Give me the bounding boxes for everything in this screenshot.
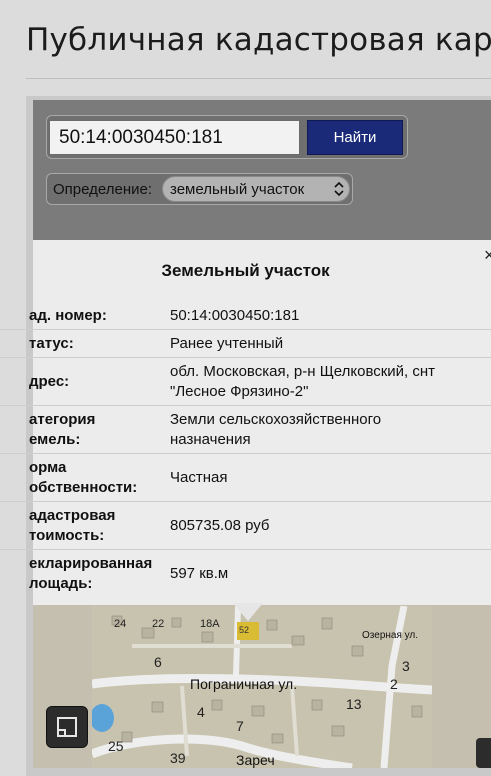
selected-plot[interactable]: 52 [237,622,259,640]
row-key: адастровая тоимость: [29,507,116,544]
map-side-button[interactable] [476,738,491,768]
map-label: 39 [170,750,186,766]
map-label: 6 [154,654,162,670]
info-row-ownership: орма обственности: Частная [0,454,491,502]
definition-select-value: земельный участок [170,181,305,198]
map-label: 7 [236,718,244,734]
map-view[interactable]: 24 22 18А 6 2 3 4 7 13 11 25 39 Погранич… [92,606,432,768]
row-key: дрес: [29,373,70,390]
definition-label: Определение: [53,181,153,198]
row-key: атегория емель: [29,411,96,448]
street-label: Пограничная ул. [190,676,298,692]
row-key: ад. номер: [29,307,107,324]
info-row-status: татус: Ранее учтенный [0,330,491,358]
map-label: 4 [197,704,205,720]
info-row-address: дрес: обл. Московская, р-н Щелковский, с… [0,358,491,406]
info-row-category: атегория емель: Земли сельскохозяйственн… [0,406,491,454]
map-label: 22 [152,618,165,630]
row-value: Ранее учтенный [170,335,284,352]
row-key: татус: [29,335,74,352]
map-label: 25 [108,738,124,754]
find-button[interactable]: Найти [307,120,403,155]
info-heading: Земельный участок [161,261,330,280]
street-label: Озерная ул. [362,630,419,641]
info-table: ад. номер: 50:14:0030450:181 татус: Ране… [0,302,491,598]
map-label: 2 [390,676,398,692]
info-row-cad-number: ад. номер: 50:14:0030450:181 [0,302,491,330]
page-title: Публичная кадастровая карт [26,22,491,58]
row-value: 805735.08 руб [170,517,270,534]
info-row-area: екларированная лощадь: 597 кв.м [0,550,491,598]
row-value: Земли сельскохозяйственного назначения [170,411,382,448]
map-layers-button[interactable] [46,706,88,748]
plot-label: 52 [239,625,250,635]
search-input[interactable] [49,120,300,155]
row-key: екларированная лощадь: [29,555,153,592]
info-row-cost: адастровая тоимость: 805735.08 руб [0,502,491,550]
chevron-updown-icon [334,181,344,197]
row-value: обл. Московская, р-н Щелковский, снт "Ле… [170,363,436,400]
map-label: 24 [114,618,127,630]
row-key: орма обственности: [29,459,138,496]
row-value: 597 кв.м [170,565,229,582]
row-value: 50:14:0030450:181 [170,307,300,324]
row-value: Частная [170,469,228,486]
map-label: 3 [402,658,410,674]
layers-icon [57,717,77,737]
map-label: 18А [200,618,220,630]
title-divider [26,78,491,79]
popup-pointer [233,603,263,621]
map-label: 13 [346,696,362,712]
street-label: Зареч [236,752,275,768]
